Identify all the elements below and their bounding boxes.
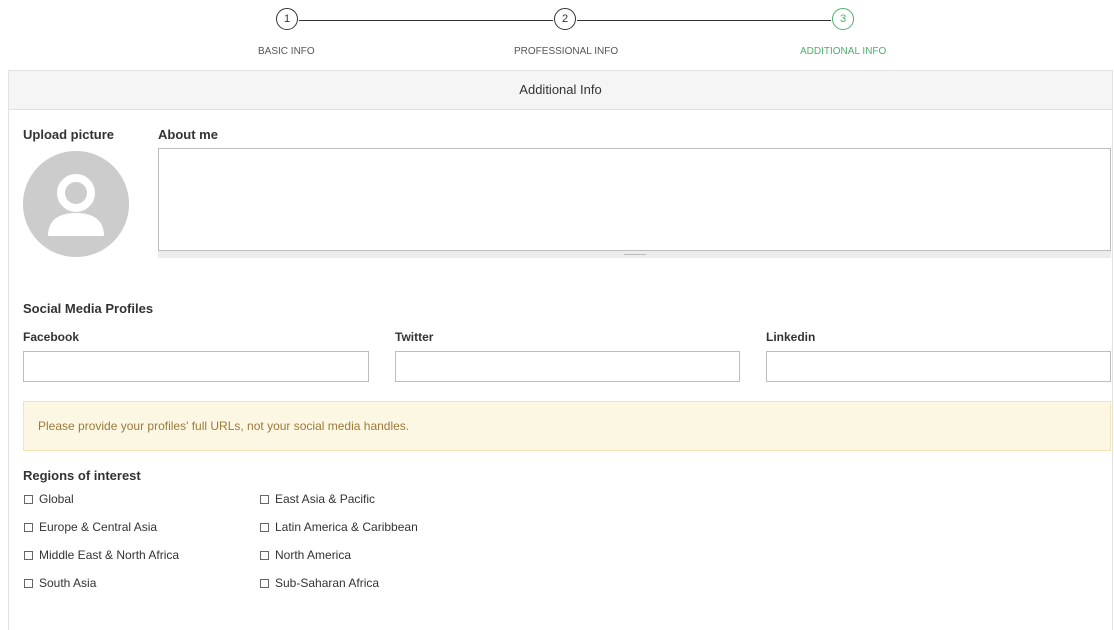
region-label: Middle East & North Africa [39, 548, 180, 562]
step-1-label: BASIC INFO [258, 46, 315, 57]
step-connector-1 [299, 20, 553, 21]
region-label: Sub-Saharan Africa [275, 576, 380, 590]
checkbox-global[interactable] [24, 494, 33, 504]
progress-stepper: 1 2 3 BASIC INFO PROFESSIONAL INFO ADDIT… [0, 0, 1114, 70]
linkedin-input[interactable] [766, 351, 1111, 382]
step-3-circle[interactable]: 3 [832, 8, 854, 30]
checkbox-south-asia[interactable] [24, 578, 33, 588]
step-3-label: ADDITIONAL INFO [800, 46, 887, 57]
twitter-label: Twitter [395, 330, 434, 344]
region-latin-america-caribbean[interactable]: Latin America & Caribbean [260, 520, 418, 534]
region-label: Global [39, 492, 74, 506]
region-label: North America [275, 548, 352, 562]
upload-picture-label: Upload picture [23, 127, 115, 142]
facebook-label: Facebook [23, 330, 80, 344]
region-east-asia-pacific[interactable]: East Asia & Pacific [260, 492, 375, 506]
linkedin-label: Linkedin [766, 330, 816, 344]
resize-grip [624, 254, 646, 255]
region-sub-saharan-africa[interactable]: Sub-Saharan Africa [260, 576, 379, 590]
panel-title: Additional Info [9, 71, 1112, 110]
region-label: South Asia [39, 576, 97, 590]
textarea-resize-bar[interactable] [158, 251, 1111, 258]
step-2-circle[interactable]: 2 [554, 8, 576, 30]
region-europe-central-asia[interactable]: Europe & Central Asia [24, 520, 157, 534]
step-1-circle[interactable]: 1 [276, 8, 298, 30]
user-avatar-icon[interactable] [23, 151, 129, 257]
checkbox-middle-east-north-africa[interactable] [24, 550, 33, 560]
region-south-asia[interactable]: South Asia [24, 576, 96, 590]
checkbox-sub-saharan-africa[interactable] [260, 578, 269, 588]
checkbox-latin-america-caribbean[interactable] [260, 522, 269, 532]
region-global[interactable]: Global [24, 492, 74, 506]
checkbox-europe-central-asia[interactable] [24, 522, 33, 532]
twitter-input[interactable] [395, 351, 740, 382]
url-hint-alert: Please provide your profiles' full URLs,… [23, 401, 1111, 451]
region-label: Latin America & Caribbean [275, 520, 418, 534]
regions-title: Regions of interest [23, 468, 141, 483]
social-media-title: Social Media Profiles [23, 301, 154, 316]
checkbox-east-asia-pacific[interactable] [260, 494, 269, 504]
checkbox-north-america[interactable] [260, 550, 269, 560]
region-north-america[interactable]: North America [260, 548, 351, 562]
step-connector-2 [577, 20, 831, 21]
about-me-label: About me [158, 127, 218, 142]
about-me-textarea[interactable] [158, 148, 1111, 251]
region-label: East Asia & Pacific [275, 492, 376, 506]
additional-info-panel: Additional Info Upload picture About me … [8, 70, 1113, 630]
region-label: Europe & Central Asia [39, 520, 158, 534]
region-middle-east-north-africa[interactable]: Middle East & North Africa [24, 548, 179, 562]
step-2-label: PROFESSIONAL INFO [514, 46, 619, 57]
facebook-input[interactable] [23, 351, 369, 382]
